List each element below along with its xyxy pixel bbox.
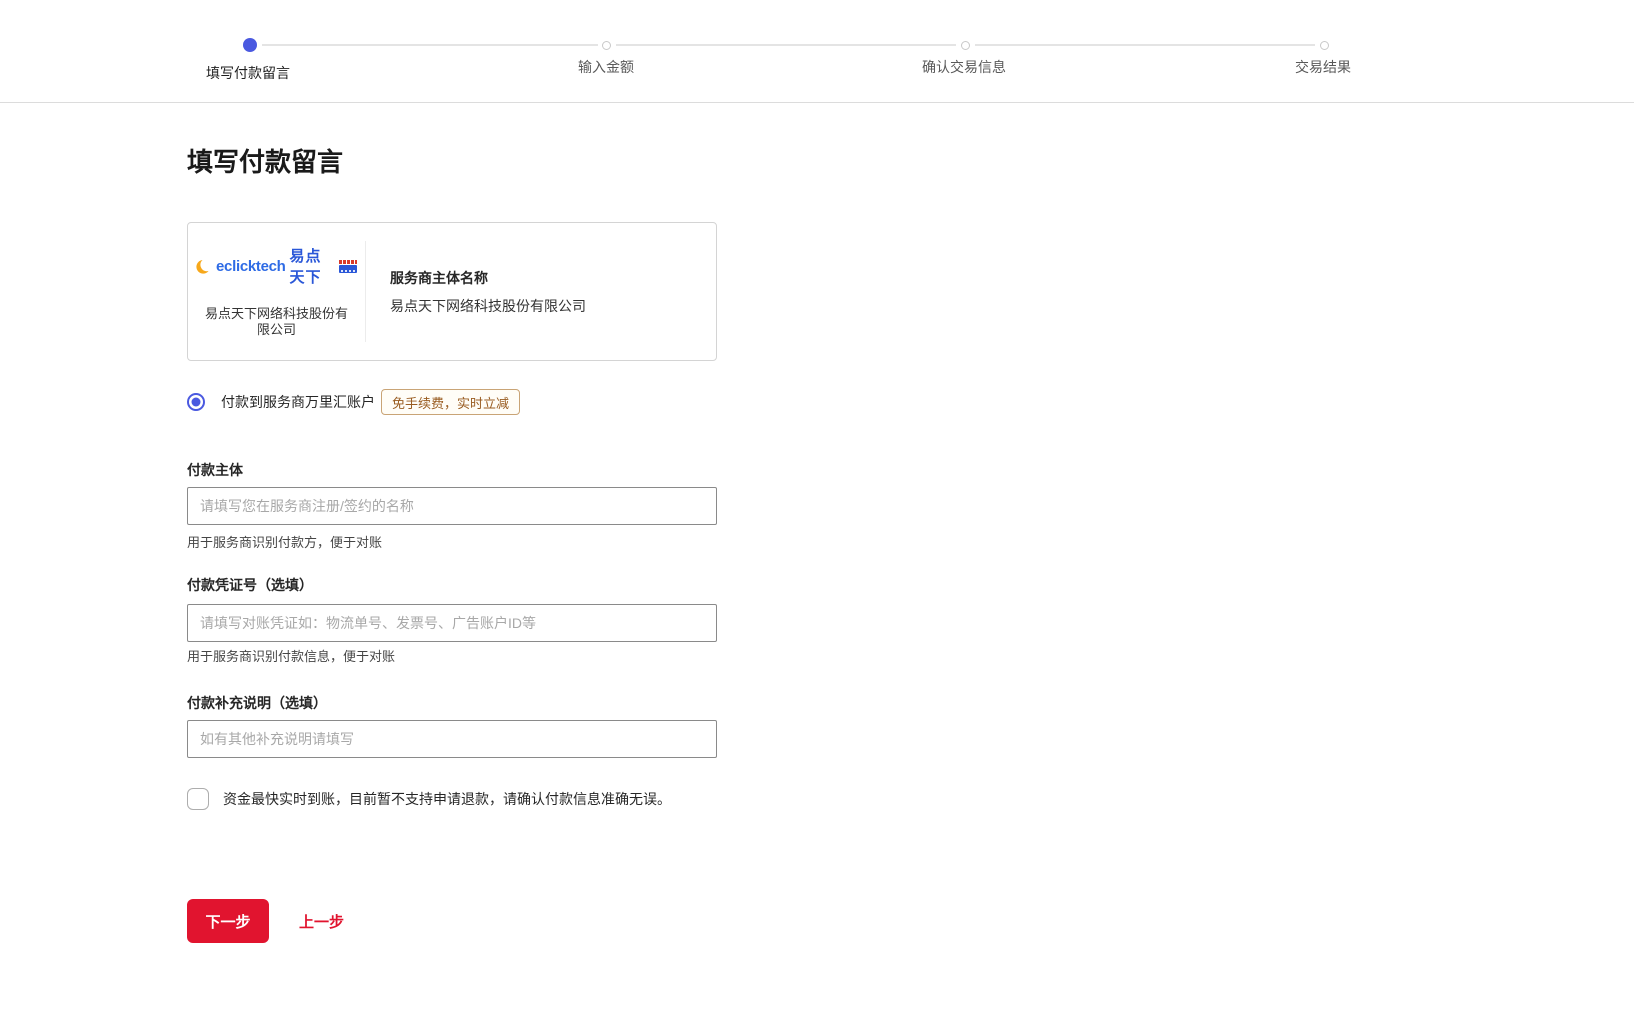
fee-free-badge: 免手续费，实时立减 bbox=[381, 389, 520, 415]
step-label-confirm-info: 确认交易信息 bbox=[922, 57, 1006, 77]
form-group-note: 付款补充说明（选填） bbox=[187, 695, 717, 758]
step-label-result: 交易结果 bbox=[1295, 57, 1351, 77]
form-group-payer: 付款主体 用于服务商识别付款方，便于对账 bbox=[187, 462, 717, 551]
payment-form-page: 填写付款留言 eclicktech 易点天下 易点天下网络科技股份有限公司 服务… bbox=[0, 148, 717, 943]
confirm-row: 资金最快实时到账，目前暂不支持申请退款，请确认付款信息准确无误。 bbox=[187, 788, 717, 810]
step-dot-active bbox=[243, 38, 257, 52]
payment-option-label[interactable]: 付款到服务商万里汇账户 bbox=[221, 392, 375, 412]
voucher-input[interactable] bbox=[187, 604, 717, 642]
step-dot bbox=[602, 41, 611, 50]
payment-option-radio[interactable] bbox=[187, 393, 205, 411]
action-buttons: 下一步 上一步 bbox=[187, 899, 717, 943]
voucher-helper: 用于服务商识别付款信息，便于对账 bbox=[187, 649, 717, 665]
logo-seal-icon bbox=[339, 260, 357, 273]
confirm-checkbox-label: 资金最快实时到账，目前暂不支持申请退款，请确认付款信息准确无误。 bbox=[223, 789, 671, 809]
merchant-name-value: 易点天下网络科技股份有限公司 bbox=[390, 296, 716, 316]
confirm-checkbox[interactable] bbox=[187, 788, 209, 810]
payment-option-row: 付款到服务商万里汇账户 免手续费，实时立减 bbox=[187, 388, 717, 416]
step-dot bbox=[1320, 41, 1329, 50]
page-title: 填写付款留言 bbox=[187, 148, 717, 176]
merchant-logo-block: eclicktech 易点天下 易点天下网络科技股份有限公司 bbox=[188, 223, 365, 360]
payer-input[interactable] bbox=[187, 487, 717, 525]
merchant-logo-caption: 易点天下网络科技股份有限公司 bbox=[201, 306, 353, 338]
note-label: 付款补充说明（选填） bbox=[187, 695, 717, 712]
payer-helper: 用于服务商识别付款方，便于对账 bbox=[187, 535, 717, 551]
step-dot bbox=[961, 41, 970, 50]
voucher-label: 付款凭证号（选填） bbox=[187, 577, 717, 594]
logo-crescent-icon bbox=[196, 258, 212, 274]
form-group-voucher: 付款凭证号（选填） 用于服务商识别付款信息，便于对账 bbox=[187, 577, 717, 665]
note-input[interactable] bbox=[187, 720, 717, 758]
merchant-name-label: 服务商主体名称 bbox=[390, 268, 716, 288]
logo-text-cn: 易点天下 bbox=[290, 245, 335, 287]
stepper-header: 填写付款留言 输入金额 确认交易信息 交易结果 bbox=[0, 0, 1634, 103]
logo-text-en: eclicktech bbox=[216, 258, 286, 275]
step-label-fill-message: 填写付款留言 bbox=[206, 63, 290, 83]
merchant-card: eclicktech 易点天下 易点天下网络科技股份有限公司 服务商主体名称 易… bbox=[187, 222, 717, 361]
stepper-connector bbox=[975, 44, 1315, 46]
next-step-button[interactable]: 下一步 bbox=[187, 899, 269, 943]
merchant-logo: eclicktech 易点天下 bbox=[196, 245, 357, 287]
step-label-enter-amount: 输入金额 bbox=[578, 57, 634, 77]
stepper-connector bbox=[616, 44, 956, 46]
prev-step-button[interactable]: 上一步 bbox=[299, 911, 344, 932]
stepper-connector bbox=[262, 44, 598, 46]
payer-label: 付款主体 bbox=[187, 462, 717, 479]
merchant-info-block: 服务商主体名称 易点天下网络科技股份有限公司 bbox=[366, 223, 716, 360]
